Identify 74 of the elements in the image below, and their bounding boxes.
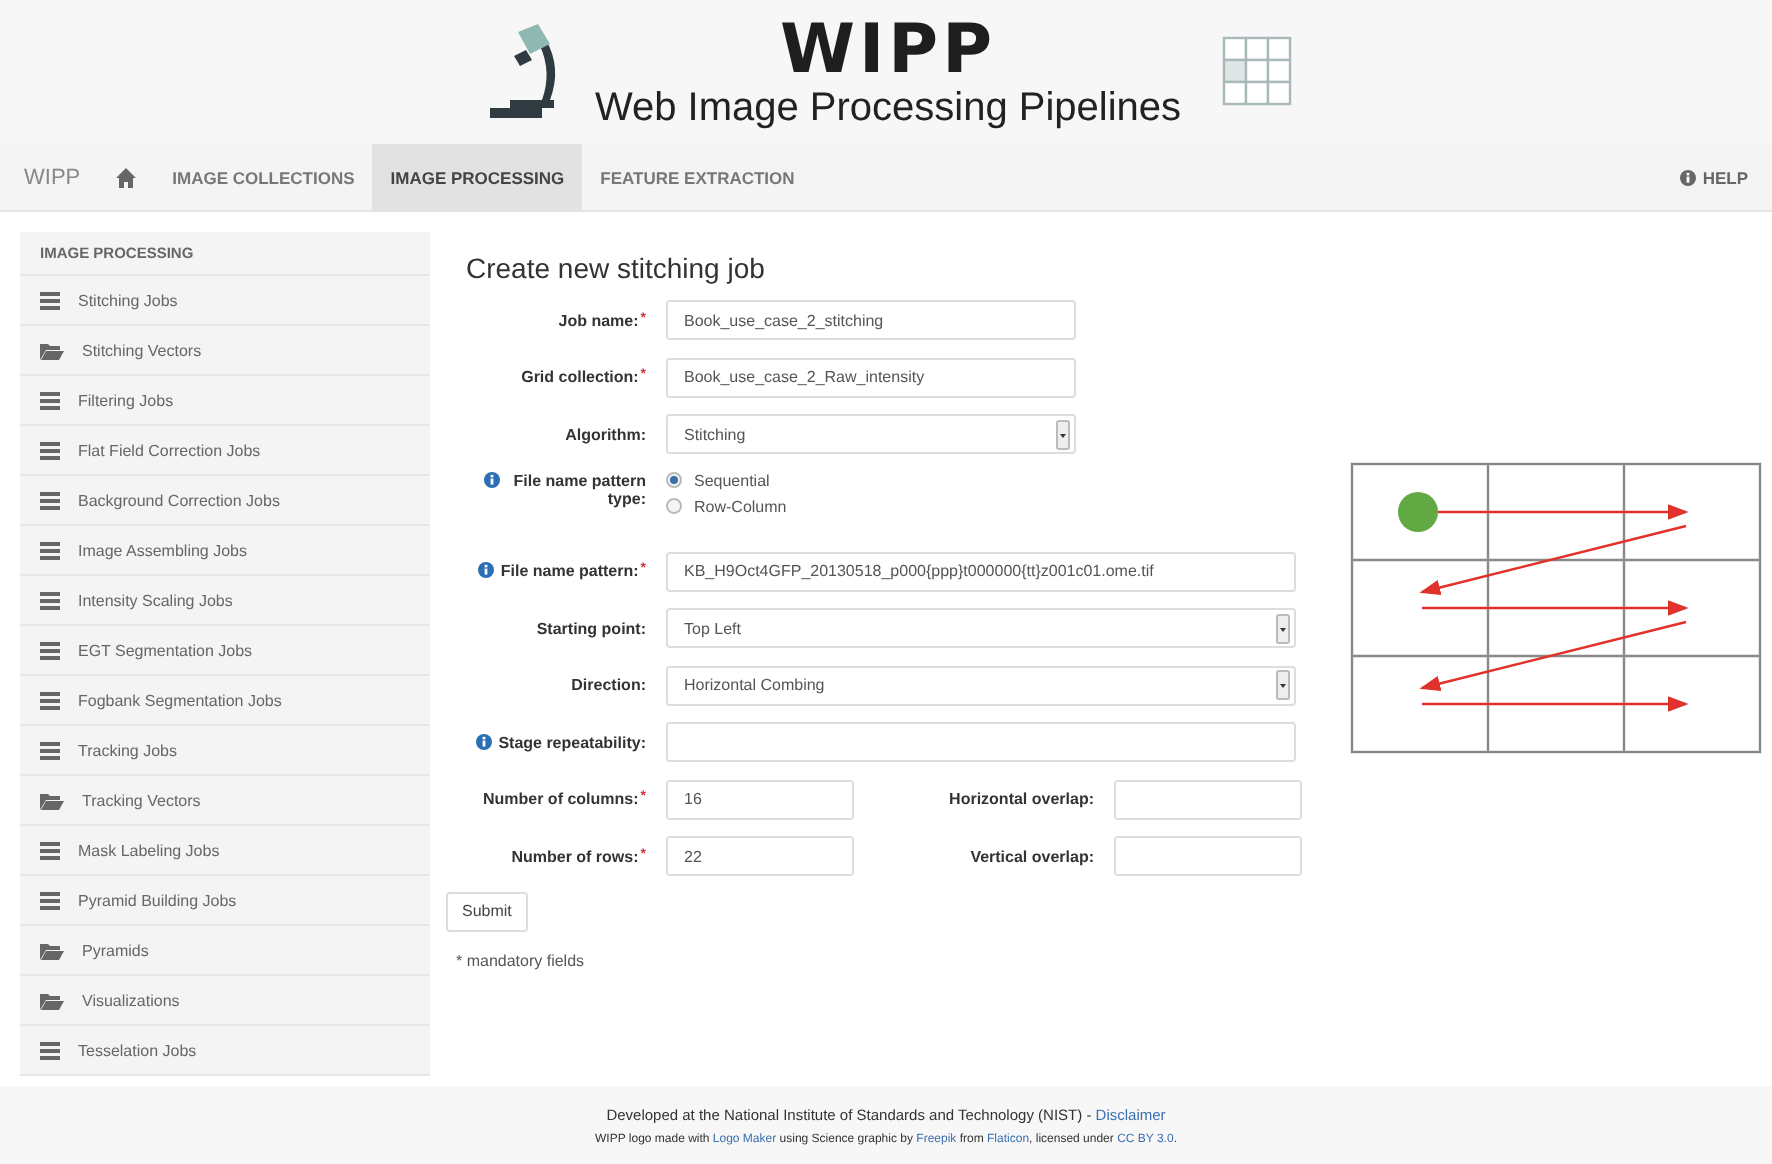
brand-link[interactable]: WIPP xyxy=(24,144,99,210)
text-field[interactable]: KB_H9Oct4GFP_20130518_p000{ppp}t000000{tt}z001c01.ome.tif xyxy=(666,551,1296,592)
sidebar-item[interactable]: Pyramids xyxy=(20,926,430,976)
field-label: Grid collection: xyxy=(521,368,639,387)
sidebar-item[interactable]: Stitching Jobs xyxy=(20,276,430,326)
folder-icon xyxy=(40,791,64,809)
sidebar-item[interactable]: Flat Field Correction Jobs xyxy=(20,426,430,476)
sidebar-item[interactable]: Background Correction Jobs xyxy=(20,476,430,526)
list-icon xyxy=(40,291,60,309)
info-icon xyxy=(1680,169,1697,185)
folder-icon xyxy=(40,941,64,959)
folder-icon xyxy=(40,341,64,359)
nav-tab[interactable]: IMAGE PROCESSING xyxy=(372,144,583,210)
list-icon xyxy=(40,541,60,559)
field-label: Vertical overlap: xyxy=(970,847,1094,866)
dropdown[interactable]: Horizontal Combing xyxy=(666,665,1296,706)
field-label: File name pattern type: xyxy=(511,471,646,507)
sidebar-item[interactable]: Tracking Vectors xyxy=(20,776,430,826)
radio-icon[interactable] xyxy=(666,472,682,488)
nav-tab[interactable]: IMAGE COLLECTIONS xyxy=(154,144,373,210)
radio-option[interactable]: Sequential xyxy=(666,471,787,489)
list-icon xyxy=(40,841,60,859)
list-icon xyxy=(40,641,60,659)
list-icon xyxy=(40,891,60,909)
list-icon xyxy=(40,741,60,759)
submit-button[interactable]: Submit xyxy=(446,891,528,931)
number-field[interactable] xyxy=(1114,836,1302,877)
logo-title: WIPP xyxy=(780,13,996,85)
field-label: Starting point: xyxy=(536,619,646,638)
sidebar-item[interactable]: Image Assembling Jobs xyxy=(20,526,430,576)
number-field[interactable] xyxy=(1114,779,1302,820)
text-field[interactable] xyxy=(666,722,1296,763)
number-field[interactable]: 22 xyxy=(666,836,854,877)
form-title: Create new stitching job xyxy=(466,252,767,284)
logo-subtitle: Web Image Processing Pipelines xyxy=(594,85,1182,131)
grid-logo-icon xyxy=(1221,36,1294,108)
sidebar-item[interactable]: Filtering Jobs xyxy=(20,376,430,426)
nav-tab[interactable]: FEATURE EXTRACTION xyxy=(582,144,813,210)
list-icon xyxy=(40,1041,60,1059)
radio-icon[interactable] xyxy=(666,498,682,514)
field-label: Algorithm: xyxy=(565,425,646,444)
dropdown[interactable]: Top Left xyxy=(666,608,1296,649)
text-field[interactable]: Book_use_case_2_stitching xyxy=(666,300,1076,341)
sidebar-item[interactable]: Pyramid Building Jobs xyxy=(20,876,430,926)
sidebar-item[interactable]: EGT Segmentation Jobs xyxy=(20,626,430,676)
help-link[interactable]: HELP xyxy=(1662,144,1772,210)
list-icon xyxy=(40,491,60,509)
number-field[interactable]: 16 xyxy=(666,779,854,820)
text-field[interactable]: Book_use_case_2_Raw_intensity xyxy=(666,357,1076,398)
caret-icon xyxy=(1276,613,1290,644)
dropdown[interactable]: Stitching xyxy=(666,414,1076,455)
list-icon xyxy=(40,591,60,609)
field-label: File name pattern: xyxy=(500,562,639,581)
caret-icon xyxy=(1276,670,1290,701)
caret-icon xyxy=(1056,419,1070,450)
sidebar-item[interactable]: Visualizations xyxy=(20,976,430,1026)
sidebar-item[interactable]: Tracking Jobs xyxy=(20,726,430,776)
list-icon xyxy=(40,691,60,709)
field-label: Stage repeatability: xyxy=(498,733,646,752)
sidebar-item[interactable]: Mask Labeling Jobs xyxy=(20,826,430,876)
sidebar-item[interactable]: Fogbank Segmentation Jobs xyxy=(20,676,430,726)
mandatory-note: * mandatory fields xyxy=(456,951,585,969)
field-label: Horizontal overlap: xyxy=(949,790,1094,809)
sidebar-item[interactable]: Stitching Vectors xyxy=(20,326,430,376)
field-label: Number of rows: xyxy=(511,847,639,866)
folder-icon xyxy=(40,991,64,1009)
field-label: Direction: xyxy=(571,676,646,695)
list-icon xyxy=(40,441,60,459)
radio-option[interactable]: Row-Column xyxy=(666,497,787,515)
sidebar-item[interactable]: Tesselation Jobs xyxy=(20,1026,430,1076)
field-label: Number of columns: xyxy=(482,790,639,809)
sidebar-item[interactable]: Intensity Scaling Jobs xyxy=(20,576,430,626)
field-label: Job name: xyxy=(558,311,639,330)
list-icon xyxy=(40,391,60,409)
